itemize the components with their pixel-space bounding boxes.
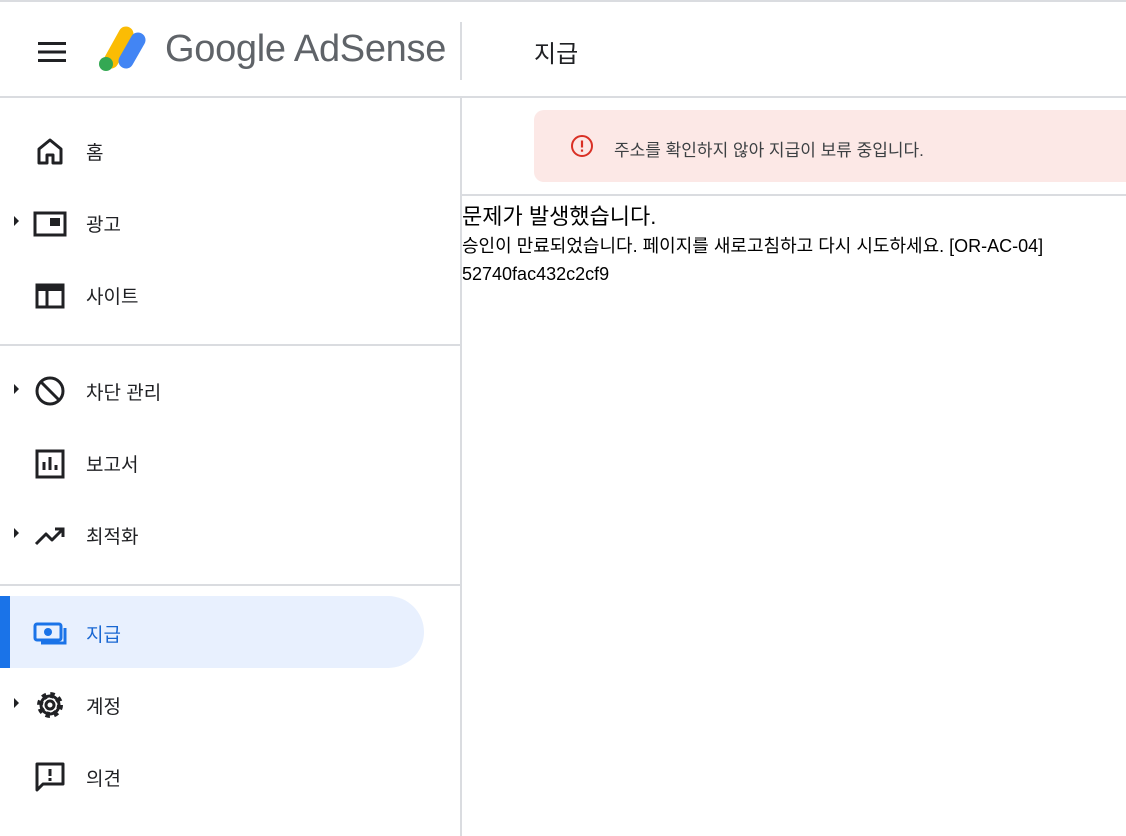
sidebar-item-label: 지급 [86, 625, 121, 646]
active-item-indicator [0, 596, 10, 668]
error-message-block: 승인이 만료되었습니다. 페이지를 새로고침하고 다시 시도하세요. [OR-A… [462, 232, 1043, 288]
sidebar-nav: 홈 광고 사이트 차단 관리 보고서 최적화 지급 계정 의견 [0, 98, 462, 836]
error-code: 52740fac432c2cf9 [462, 264, 610, 284]
sidebar-item-label: 광고 [86, 215, 121, 236]
sidebar-item-label: 보고서 [86, 455, 139, 476]
main-menu-button[interactable] [30, 32, 74, 72]
expand-caret-icon[interactable] [14, 528, 19, 538]
expand-caret-icon[interactable] [14, 698, 19, 708]
sidebar-item-home[interactable]: 홈 [0, 114, 460, 186]
sidebar-item-payments[interactable]: 지급 [0, 596, 460, 668]
expand-caret-icon[interactable] [14, 216, 19, 226]
expand-caret-icon[interactable] [14, 384, 19, 394]
payments-icon [33, 622, 67, 645]
gear-icon [37, 692, 63, 718]
main-content: 주소를 확인하지 않아 지급이 보류 중입니다. 문제가 발생했습니다. 승인이… [462, 98, 1126, 836]
trending-up-icon [34, 527, 65, 546]
sidebar-item-sites[interactable]: 사이트 [0, 258, 460, 330]
sidebar-item-label: 계정 [86, 697, 121, 718]
reports-icon [35, 449, 65, 479]
alert-message: 주소를 확인하지 않아 지급이 보류 중입니다. [614, 141, 924, 160]
feedback-icon [35, 762, 65, 792]
sites-icon [35, 283, 65, 309]
home-icon [37, 138, 63, 165]
sidebar-item-reports[interactable]: 보고서 [0, 426, 460, 498]
block-icon [35, 376, 65, 406]
payment-hold-alert: 주소를 확인하지 않아 지급이 보류 중입니다. [534, 110, 1126, 182]
sidebar-item-ads[interactable]: 광고 [0, 186, 460, 258]
error-message: 승인이 만료되었습니다. 페이지를 새로고침하고 다시 시도하세요. [OR-A… [462, 236, 1044, 256]
sidebar-item-label: 사이트 [86, 287, 139, 308]
adsense-logo-icon [99, 26, 146, 71]
sidebar-item-label: 최적화 [86, 527, 139, 548]
sidebar-item-optimization[interactable]: 최적화 [0, 498, 460, 570]
sidebar-item-feedback[interactable]: 의견 [0, 740, 460, 812]
ads-icon [33, 211, 67, 237]
sidebar-item-label: 홈 [86, 143, 104, 164]
sidebar-divider [0, 344, 460, 346]
sidebar-item-blocking-controls[interactable]: 차단 관리 [0, 354, 460, 426]
sidebar-item-label: 의견 [86, 769, 121, 790]
sidebar-item-label: 차단 관리 [86, 383, 162, 404]
sidebar-divider [0, 584, 460, 586]
header-divider [460, 22, 462, 80]
page-title: 지급 [534, 41, 579, 68]
brand-name: Google AdSense [165, 28, 447, 70]
top-app-bar: Google AdSense 지급 [0, 0, 1126, 98]
hamburger-menu-icon [38, 42, 66, 62]
content-divider [462, 194, 1126, 196]
sidebar-item-account[interactable]: 계정 [0, 668, 460, 740]
error-title: 문제가 발생했습니다. [462, 204, 657, 229]
error-icon [571, 135, 593, 157]
